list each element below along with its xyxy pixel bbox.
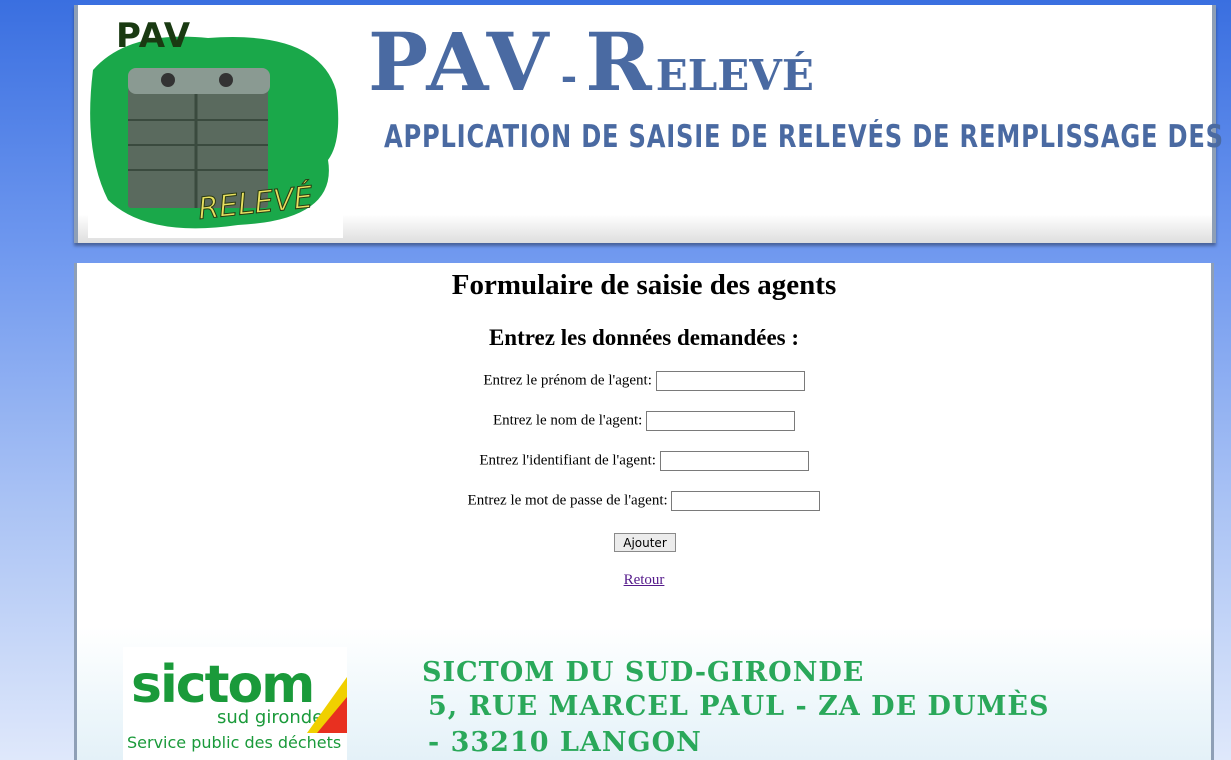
page-footer: sictom sud gironde Service public des dé…: [74, 627, 1214, 760]
prenom-row: Entrez le prénom de l'agent:: [77, 371, 1211, 391]
sictom-wordmark: sictom: [131, 655, 315, 715]
app-title-dash: -: [560, 53, 578, 100]
identifiant-label: Entrez l'identifiant de l'agent:: [479, 452, 656, 469]
page-title: Formulaire de saisie des agents: [451, 269, 837, 301]
page-header: PAV RELEVÉ PAV - RELEVÉ APPLICATION DE SAI…: [74, 5, 1231, 243]
prenom-label: Entrez le prénom de l'agent:: [483, 372, 652, 389]
password-label: Entrez le mot de passe de l'agent:: [467, 492, 668, 509]
app-title-rest: ELEVÉ: [655, 51, 814, 100]
nom-label: Entrez le nom de l'agent:: [492, 412, 643, 429]
app-title-main: PAV: [368, 15, 553, 109]
sictom-logo: sictom sud gironde Service public des dé…: [123, 647, 347, 760]
logo-title: PAV: [116, 16, 192, 56]
password-input[interactable]: [671, 491, 821, 511]
app-subtitle: APPLICATION DE SAISIE DE RELEVÉS DE REMP…: [384, 119, 1231, 155]
retour-link[interactable]: Retour: [77, 572, 1211, 589]
agent-form-panel: Formulaire de saisie des agents Entrez l…: [74, 263, 1214, 627]
form-subtitle: Entrez les données demandées :: [488, 325, 800, 350]
app-title: PAV - RELEVÉ: [368, 15, 814, 109]
nom-row: Entrez le nom de l'agent:: [77, 411, 1211, 431]
nom-input[interactable]: [646, 411, 796, 431]
sictom-tagline: Service public des déchets: [127, 733, 342, 752]
footer-address-line1: SICTOM DU SUD-GIRONDE: [422, 657, 865, 688]
app-title-initial: R: [585, 15, 656, 109]
footer-address-line3: - 33210 LANGON: [428, 727, 702, 758]
sictom-swoosh-icon: [307, 677, 347, 733]
password-row: Entrez le mot de passe de l'agent:: [77, 491, 1211, 511]
identifiant-input[interactable]: [659, 451, 809, 471]
pav-releve-logo: PAV RELEVÉ: [88, 10, 343, 238]
footer-address-line2: 5, RUE MARCEL PAUL - ZA DE DUMÈS: [428, 691, 1050, 722]
identifiant-row: Entrez l'identifiant de l'agent:: [77, 451, 1211, 471]
prenom-input[interactable]: [655, 371, 805, 391]
ajouter-button[interactable]: Ajouter: [614, 533, 676, 552]
